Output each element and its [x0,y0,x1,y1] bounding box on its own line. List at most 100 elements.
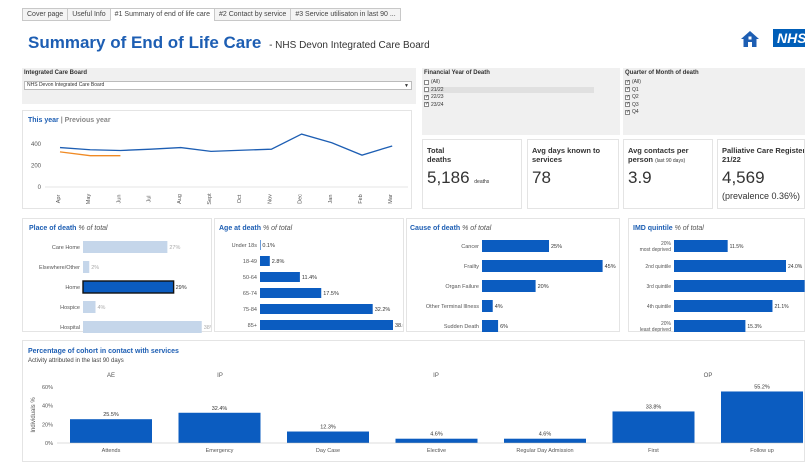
q-option-all[interactable]: ✓ (All) [625,79,685,85]
icb-filter-label: Integrated Care Board [24,70,88,76]
y-tick-label: 20% [42,422,53,428]
kpi-register-prevalence: (prevalence 0.36%) [722,191,801,201]
checkbox-icon[interactable]: ✓ [625,109,630,115]
home-icon[interactable] [740,30,760,53]
checkbox-icon[interactable] [424,87,429,92]
fy-option-label: (All) [431,79,440,85]
cause-title-suffix: % of total [462,225,492,232]
services-title: Percentage of cohort in contact with ser… [28,348,179,355]
bar-value-label: 17.5% [323,291,339,297]
q-option-q2[interactable]: ✓ Q2 [625,94,685,100]
tab-bar: Cover page Useful Info #1 Summary of end o… [22,8,401,21]
checkbox-icon[interactable]: ✓ [625,79,630,85]
checkbox-icon[interactable]: ✓ [625,94,630,100]
fy-filter-label: Financial Year of Death [424,70,490,76]
bar-18-49[interactable] [260,256,270,266]
kpi-days-title-2: services [532,155,563,164]
q-option-label: (All) [632,79,641,85]
bar-85[interactable] [260,320,393,330]
bar-category-label: most deprived [640,247,672,253]
age-card: Age at death % of total Under 18s 0.1% 18-… [214,218,404,332]
x-tick-label: Attends [102,448,121,454]
bar-3rd-quintile[interactable] [674,280,805,292]
q-option-q4[interactable]: ✓ Q4 [625,109,685,115]
bar-cancer[interactable] [482,240,549,252]
bar-category-label: Care Home [52,245,80,251]
tab-3-service-utilisaton-in-last-90[interactable]: #3 Service utilisaton in last 90 ... [290,8,401,21]
bar-2nd-quintile[interactable] [674,260,786,272]
bar-75-84[interactable] [260,304,373,314]
tab-useful-info[interactable]: Useful Info [67,8,110,21]
fy-option-22-23[interactable]: ✓ 22/23 [424,94,594,100]
imd-chart: 20%most deprived 11.5%2nd quintile 24.0%3r… [640,240,805,333]
x-tick-label: Emergency [206,448,234,454]
bar-regular-day-admission[interactable] [504,438,586,443]
bar-65-74[interactable] [260,288,322,298]
group-label-op: OP [704,373,713,379]
bar-hospice[interactable] [83,301,96,313]
bar-category-label: 65-74 [243,291,257,297]
fy-option-23-24[interactable]: ✓ 23/24 [424,102,594,108]
bar-day-case[interactable] [287,431,369,443]
bar-value-label: 25.5% [103,412,119,418]
bar-follow-up[interactable] [721,391,803,443]
bar-elective[interactable] [395,438,478,443]
x-tick-label: Mar [388,194,394,204]
bar-value-label: 33.8% [646,404,662,410]
bar-elsewhere-other[interactable] [83,261,90,273]
bar-category-label: Hospital [60,325,80,331]
bar-value-label: 32.2% [375,307,391,313]
trend-legend: This year | Previous year [28,117,111,124]
bar-frailty[interactable] [482,260,603,272]
cause-chart: Cancer 25% Frailty 45% Organ Failure 20% Other… [426,240,616,332]
bar-under-18s[interactable] [260,240,261,250]
y-tick-label: 60% [42,385,53,391]
y-tick-label: 0% [45,441,53,447]
legend-previous-year[interactable]: Previous year [65,117,111,124]
bar-value-label: 11.5% [730,244,744,250]
bar-20-least-deprived[interactable] [674,320,746,332]
bar-emergency[interactable] [178,412,261,443]
tab-1-summary-of-end-of-life-care[interactable]: #1 Summary of end of life care [109,8,214,21]
bar-category-label: Other Terminal Illness [426,304,479,310]
bar-organ-failure[interactable] [482,280,536,292]
bar-value-label: 21.1% [774,304,789,310]
q-option-q3[interactable]: ✓ Q3 [625,102,685,108]
icb-select[interactable]: NHS Devon Integrated Care Board ▼ [24,81,412,90]
checkbox-icon[interactable] [424,79,429,85]
bar-home[interactable] [82,280,175,294]
bar-hospital[interactable] [83,321,202,333]
fy-option-all[interactable]: (All) [424,79,594,85]
y-tick-label: 400 [31,142,42,148]
bar-50-64[interactable] [260,272,300,282]
bar-other-terminal-illness[interactable] [482,300,493,312]
series-line-this-year [59,133,393,156]
bar-value-label: 20% [538,284,549,290]
imd-card: IMD quintile % of total 20% most deprived… [628,218,805,333]
q-option-q1[interactable]: ✓ Q1 [625,87,685,93]
bar-care-home[interactable] [83,241,168,253]
bar-category-label: Elsewhere/Other [39,265,80,271]
bar-4th-quintile[interactable] [674,300,773,312]
page-title-text: Summary of End of Life Care [28,33,262,52]
checkbox-icon[interactable]: ✓ [625,87,630,92]
x-tick-label: Feb [358,194,364,203]
age-title-suffix: % of total [262,225,293,232]
legend-this-year[interactable]: This year [28,117,59,124]
tab-2-contact-by-service[interactable]: #2 Contact by service [214,8,291,21]
fy-option-21-22[interactable]: 21/22 [424,86,594,93]
kpi-total-value: 5,186 deaths [427,168,489,188]
bar-attends[interactable] [70,419,152,443]
tab-cover-page[interactable]: Cover page [22,8,68,21]
cause-title-text: Cause of death [410,225,461,232]
bar-first[interactable] [612,411,695,443]
bar-category-label: 18-49 [243,259,257,265]
bar-sudden-death[interactable] [482,320,499,332]
bar-category-label: 50-64 [243,275,257,281]
checkbox-icon[interactable]: ✓ [625,102,630,107]
checkbox-icon[interactable]: ✓ [424,94,429,100]
checkbox-icon[interactable]: ✓ [424,102,429,107]
bar-value-label: 29% [176,285,187,291]
bar-20-most-deprived[interactable] [674,240,728,252]
x-tick-label: Follow up [750,448,774,454]
